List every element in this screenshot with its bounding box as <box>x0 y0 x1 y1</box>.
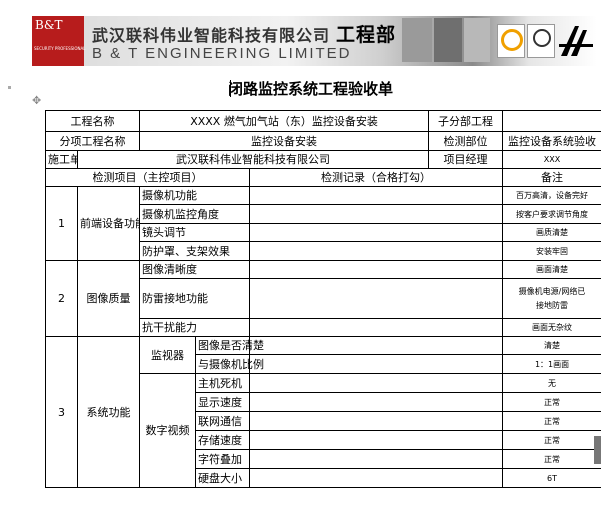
check-record[interactable] <box>249 204 504 224</box>
check-record[interactable] <box>249 318 504 337</box>
check-record[interactable] <box>249 468 504 488</box>
manager-label: 项目经理 <box>428 150 504 169</box>
check-remark: 画面无杂纹 <box>502 318 601 337</box>
check-remark: 按客户要求调节角度 <box>502 204 601 224</box>
sub-project-value[interactable] <box>502 110 601 132</box>
project-name-label: 工程名称 <box>44 110 141 132</box>
check-record[interactable] <box>249 411 504 431</box>
company-name-cn: 武汉联科伟业智能科技有限公司 工程部 <box>92 20 396 47</box>
check-remark: 正常 <box>502 430 601 450</box>
subgroup-name: 数字视频 <box>139 373 197 488</box>
check-record[interactable] <box>249 186 504 205</box>
remark-line: 摄像机电源/网络已 <box>518 286 586 296</box>
check-remark: 正常 <box>502 411 601 431</box>
check-record[interactable] <box>249 392 504 412</box>
side-scroll-handle[interactable] <box>594 436 601 464</box>
group-no: 1 <box>45 186 78 261</box>
check-remark: 百万高清，设备完好 <box>502 186 601 205</box>
page-title: 闭路监控系统工程验收单 <box>228 80 394 98</box>
check-item: 摄像机监控角度 <box>139 204 251 224</box>
company-banner: B&T SECURITY PROFESSIONAL 武汉联科伟业智能科技有限公司… <box>32 16 597 66</box>
check-remark: 6T <box>502 468 601 488</box>
check-remark: 画面清楚 <box>502 260 601 279</box>
banner-photo <box>434 18 462 62</box>
check-item: 图像是否清楚 <box>195 336 264 355</box>
check-item: 防护罩、支架效果 <box>139 241 251 261</box>
group-name: 图像质量 <box>76 260 141 337</box>
check-remark: 无 <box>502 373 601 393</box>
check-remark: 正常 <box>502 449 601 469</box>
remark-line: 接地防雷 <box>536 300 569 310</box>
subgroup-name: 监视器 <box>139 336 197 374</box>
check-record[interactable] <box>249 278 504 319</box>
company-name-en: B & T ENGINEERING LIMITED <box>92 45 352 62</box>
table-row: 3 系统功能 监视器 图像是否清楚 清楚 <box>45 336 601 488</box>
check-item: 图像清晰度 <box>139 260 251 279</box>
check-item: 抗干扰能力 <box>139 318 251 337</box>
sa-logo-icon <box>559 26 593 56</box>
dept-label: 检测部位 <box>428 131 504 151</box>
check-item: 摄像机功能 <box>139 186 251 205</box>
logo-subtext: SECURITY PROFESSIONAL <box>34 46 86 51</box>
contractor-value[interactable]: 武汉联科伟业智能科技有限公司 <box>76 150 430 169</box>
manager-value[interactable]: XXX <box>502 150 601 169</box>
check-record[interactable] <box>249 223 504 242</box>
check-record[interactable] <box>249 449 504 469</box>
sgs-cert-icon <box>497 24 525 58</box>
check-record[interactable] <box>249 430 504 450</box>
check-remark: 1：1画面 <box>502 354 601 374</box>
header-items: 检测项目（主控项目） <box>44 168 251 187</box>
check-record[interactable] <box>249 336 504 355</box>
company-name-text: 武汉联科伟业智能科技有限公司 <box>92 26 331 45</box>
group-no: 2 <box>45 260 78 337</box>
check-item: 主机死机 <box>195 373 251 393</box>
check-item: 与摄像机比例 <box>195 354 264 374</box>
margin-mark <box>8 86 11 89</box>
check-remark: 正常 <box>502 392 601 412</box>
check-item: 显示速度 <box>195 392 251 412</box>
table-move-handle-icon[interactable]: ✥ <box>32 94 41 107</box>
cert-seal-icon <box>527 24 555 58</box>
acceptance-table: 工程名称 XXXX 燃气加气站（东）监控设备安装 子分部工程 分项工程名称 监控… <box>44 110 601 488</box>
group-no: 3 <box>45 336 78 488</box>
table-row: 2 图像质量 图像清晰度 画面清楚 <box>45 260 601 337</box>
project-name-value[interactable]: XXXX 燃气加气站（东）监控设备安装 <box>139 110 430 132</box>
sub-project-label: 子分部工程 <box>428 110 504 132</box>
check-record[interactable] <box>249 373 504 393</box>
check-item: 联网通信 <box>195 411 251 431</box>
logo-text: B&T <box>35 18 63 32</box>
header-record: 检测记录（合格打勾） <box>249 168 504 187</box>
item-value[interactable]: 监控设备安装 <box>139 131 430 151</box>
check-item: 镜头调节 <box>139 223 251 242</box>
check-remark: 安装牢固 <box>502 241 601 261</box>
header-remark: 备注 <box>502 168 601 187</box>
check-item: 字符叠加 <box>195 449 251 469</box>
company-logo: B&T SECURITY PROFESSIONAL <box>32 16 86 66</box>
contractor-label: 施工单位 <box>45 150 78 169</box>
dept-value[interactable]: 监控设备系统验收 <box>502 131 601 151</box>
group-name: 系统功能 <box>76 336 141 488</box>
group-name: 前端设备功能 <box>76 186 141 261</box>
check-remark: 画质清楚 <box>502 223 601 242</box>
check-item: 防雷接地功能 <box>139 278 251 319</box>
check-record[interactable] <box>249 260 504 279</box>
item-label: 分项工程名称 <box>44 131 141 151</box>
check-remark: 摄像机电源/网络已 接地防雷 <box>502 278 601 319</box>
table-row: 1 前端设备功能 摄像机功能 百万高清，设备完好 <box>45 186 601 261</box>
banner-photo <box>402 18 432 62</box>
check-record[interactable] <box>249 354 504 374</box>
check-item: 硬盘大小 <box>195 468 251 488</box>
banner-photo <box>464 18 490 62</box>
check-remark: 清楚 <box>502 336 601 355</box>
check-record[interactable] <box>249 241 504 261</box>
company-dept: 工程部 <box>336 24 397 46</box>
check-item: 存储速度 <box>195 430 251 450</box>
